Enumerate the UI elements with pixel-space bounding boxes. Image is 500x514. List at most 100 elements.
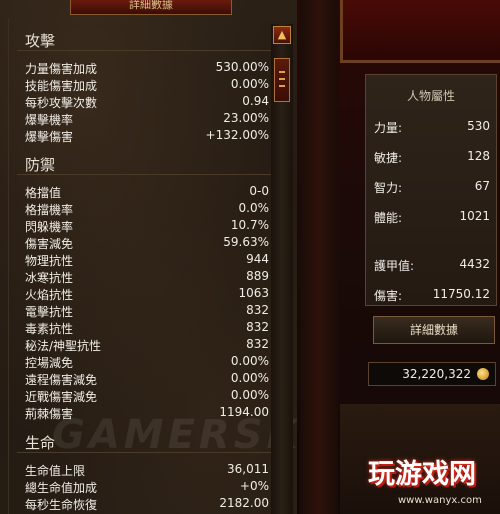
attribute-value: 4432	[459, 257, 490, 271]
stat-row: 近戰傷害減免 0.00%	[9, 388, 277, 405]
stat-row: 毒素抗性 832	[9, 320, 277, 337]
stat-row: 控場減免 0.00%	[9, 354, 277, 371]
stat-label: 傷害減免	[25, 237, 74, 251]
stat-label: 格擋機率	[25, 203, 74, 217]
stat-value: 10.7%	[230, 218, 269, 232]
stat-label: 閃躲機率	[25, 220, 74, 234]
stat-row: 爆擊傷害 +132.00%	[9, 128, 277, 145]
stat-label: 冰寒抗性	[25, 271, 74, 285]
stat-row: 每秒生命恢復 2182.00	[9, 496, 277, 513]
stat-label: 控場減免	[25, 356, 74, 370]
grip-line	[279, 71, 285, 73]
attribute-label: 力量:	[374, 121, 403, 135]
attribute-value: 128	[467, 149, 490, 163]
stat-label: 火焰抗性	[25, 288, 74, 302]
stat-value: 0.00%	[230, 354, 269, 368]
stats-panel: 詳細數據 攻擊 力量傷害加成 530.00% 技能傷害加成 0.00% 每秒攻擊…	[0, 0, 331, 514]
attribute-row: 體能: 1021	[366, 209, 496, 225]
attribute-value: 67	[474, 179, 490, 193]
section-divider	[17, 50, 272, 51]
stat-row: 生命值上限 36,011	[9, 462, 277, 479]
grip-line	[279, 78, 285, 80]
stat-row: 每秒攻擊次數 0.94	[9, 94, 277, 111]
section-title-life: 生命	[25, 434, 56, 452]
stat-value: 0.94	[242, 94, 269, 108]
panel-banner: 詳細數據	[70, 0, 232, 15]
stat-label: 技能傷害加成	[25, 79, 98, 93]
attributes-title: 人物屬性	[406, 89, 455, 103]
stat-row: 電擊抗性 832	[9, 303, 277, 320]
attribute-label: 體能:	[374, 211, 403, 225]
stat-row: 秘法/神聖抗性 832	[9, 337, 277, 354]
gold-display: 32,220,322	[368, 362, 496, 386]
stat-label: 爆擊傷害	[25, 130, 74, 144]
stat-value: +0%	[239, 479, 269, 493]
stat-value: 0.0%	[238, 201, 270, 215]
attribute-label: 護甲值:	[374, 259, 415, 273]
attribute-label: 傷害:	[374, 289, 403, 303]
stat-value: 832	[246, 320, 269, 334]
stat-label: 爆擊機率	[25, 113, 74, 127]
gold-coin-icon	[477, 368, 489, 380]
stat-value: 0-0	[249, 184, 269, 198]
gold-amount: 32,220,322	[402, 367, 471, 381]
attribute-label: 敏捷:	[374, 151, 403, 165]
scroll-thumb[interactable]	[274, 58, 290, 102]
stat-label: 格擋值	[25, 186, 62, 200]
stat-value: 1063	[238, 286, 269, 300]
stat-value: 889	[246, 269, 269, 283]
stat-value: 0.00%	[230, 77, 269, 91]
stat-row: 傷害減免 59.63%	[9, 235, 277, 252]
stat-row: 閃躲機率 10.7%	[9, 218, 277, 235]
attribute-row: 力量: 530	[366, 119, 496, 135]
stat-value: 36,011	[227, 462, 269, 476]
stat-label: 生命值上限	[25, 464, 86, 478]
attributes-panel: 人物屬性 力量: 530 敏捷: 128 智力: 67 體能: 1021 護甲值…	[365, 74, 497, 306]
section-title-offense: 攻擊	[25, 32, 56, 50]
stat-row: 火焰抗性 1063	[9, 286, 277, 303]
stat-label: 每秒攻擊次數	[25, 96, 98, 110]
stat-value: 832	[246, 337, 269, 351]
stat-value: +132.00%	[205, 128, 269, 142]
grip-line	[279, 85, 285, 87]
stat-value: 2182.00	[219, 496, 269, 510]
attribute-row: 護甲值: 4432	[366, 257, 496, 273]
stat-row: 遠程傷害減免 0.00%	[9, 371, 277, 388]
stat-label: 近戰傷害減免	[25, 390, 98, 404]
stat-row: 總生命值加成 +0%	[9, 479, 277, 496]
attribute-row: 智力: 67	[366, 179, 496, 195]
attribute-value: 1021	[459, 209, 490, 223]
stat-label: 遠程傷害減免	[25, 373, 98, 387]
stat-value: 944	[246, 252, 269, 266]
attribute-value: 11750.12	[432, 287, 490, 301]
stat-label: 力量傷害加成	[25, 62, 98, 76]
stat-value: 23.00%	[223, 111, 269, 125]
scrollbar[interactable]: ▲	[271, 24, 293, 514]
stat-row: 格擋機率 0.0%	[9, 201, 277, 218]
stat-row: 技能傷害加成 0.00%	[9, 77, 277, 94]
attribute-value: 530	[467, 119, 490, 133]
stat-label: 毒素抗性	[25, 322, 74, 336]
stat-row: 力量傷害加成 530.00%	[9, 60, 277, 77]
top-frame	[340, 0, 500, 63]
attribute-row: 傷害: 11750.12	[366, 287, 496, 303]
site-logo: 玩游戏网	[368, 459, 476, 490]
stat-label: 電擊抗性	[25, 305, 74, 319]
stat-value: 530.00%	[215, 60, 269, 74]
section-title-defense: 防禦	[25, 156, 56, 174]
stat-value: 0.00%	[230, 371, 269, 385]
stat-row: 冰寒抗性 889	[9, 269, 277, 286]
stat-value: 832	[246, 303, 269, 317]
attribute-label: 智力:	[374, 181, 403, 195]
attribute-row: 敏捷: 128	[366, 149, 496, 165]
stat-label: 物理抗性	[25, 254, 74, 268]
stat-row: 爆擊機率 23.00%	[9, 111, 277, 128]
stat-label: 秘法/神聖抗性	[25, 339, 102, 353]
frame-pillar	[300, 0, 338, 514]
stat-row: 格擋值 0-0	[9, 184, 277, 201]
stat-label: 每秒生命恢復	[25, 498, 98, 512]
details-button[interactable]: 詳細數據	[373, 316, 495, 344]
section-divider	[17, 174, 272, 175]
scroll-up-arrow-icon[interactable]: ▲	[273, 26, 291, 44]
stat-value: 0.00%	[230, 388, 269, 402]
